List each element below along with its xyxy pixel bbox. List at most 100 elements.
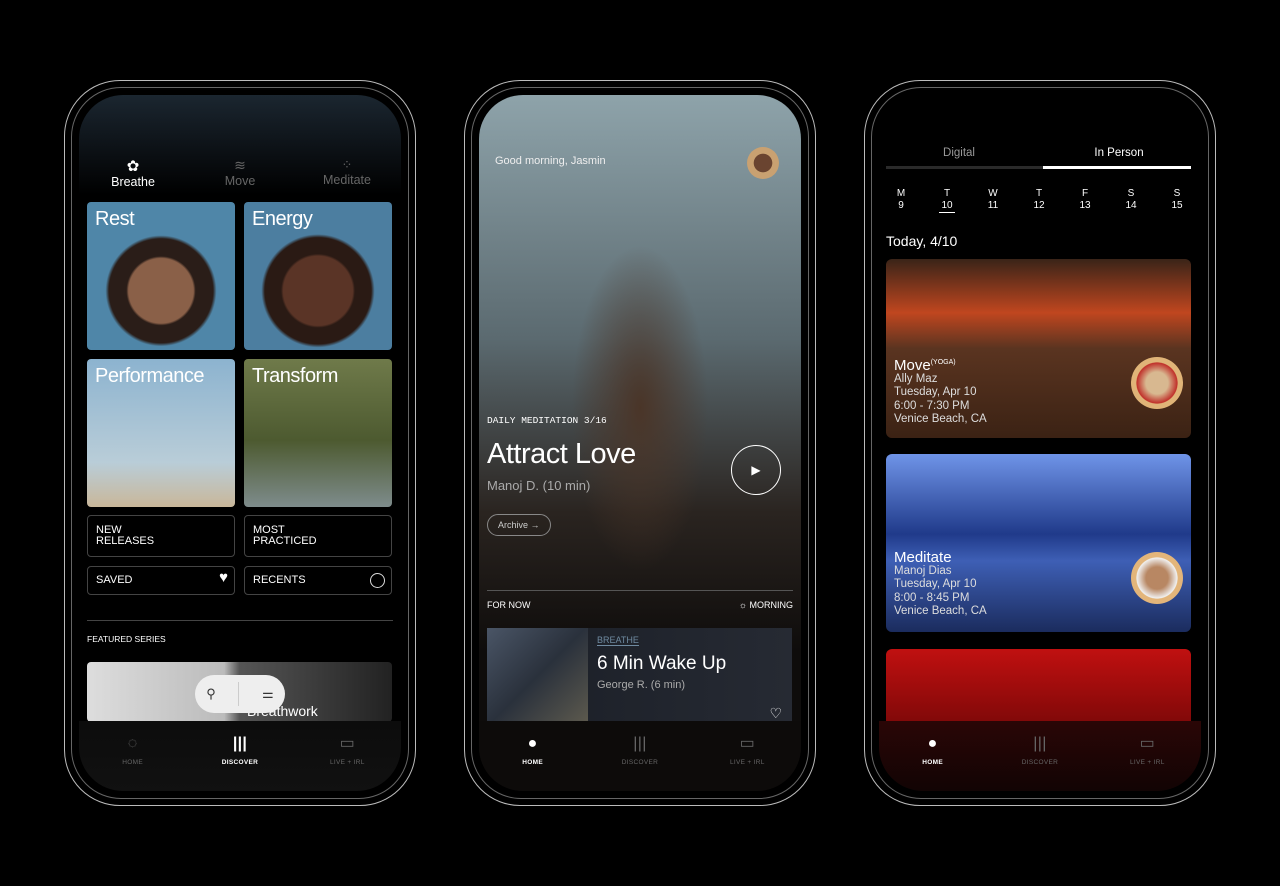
day-letter: T bbox=[1035, 188, 1043, 199]
calendar-icon: ▭ bbox=[739, 735, 756, 752]
tab-discover[interactable]: ||| DISCOVER bbox=[600, 721, 680, 791]
teacher-avatar bbox=[1131, 552, 1183, 604]
time-of-day: ☼ MORNING bbox=[739, 600, 793, 610]
tab-label: DISCOVER bbox=[221, 759, 259, 766]
dots-icon: ⁘ bbox=[341, 157, 353, 172]
search-icon[interactable]: ⚲ bbox=[206, 686, 216, 702]
tile-energy[interactable]: Energy bbox=[244, 202, 392, 350]
clock-icon bbox=[370, 573, 385, 588]
home-icon: ● bbox=[527, 735, 538, 752]
tab-label: HOME bbox=[922, 759, 943, 766]
search-filter-pill: ⚲ ⚌ bbox=[195, 675, 285, 713]
time-of-day-label: MORNING bbox=[749, 600, 794, 610]
day-letter: T bbox=[943, 188, 951, 199]
tab-bar: ◌ HOME ||| DISCOVER ▭ LIVE + IRL bbox=[79, 721, 401, 791]
saved-button[interactable]: SAVED ♥ bbox=[87, 566, 235, 595]
waves-icon: ≋ bbox=[234, 157, 246, 173]
day-wed[interactable]: W 11 bbox=[978, 188, 1008, 213]
new-releases-button[interactable]: NEW RELEASES bbox=[87, 515, 235, 557]
tab-bar: ● HOME ||| DISCOVER ▭ LIVE + IRL bbox=[879, 721, 1201, 791]
day-sun[interactable]: S 15 bbox=[1162, 188, 1192, 213]
bars-icon: ||| bbox=[1033, 735, 1047, 752]
calendar-icon: ▭ bbox=[1139, 735, 1156, 752]
category-breathe[interactable]: ✿ Breathe bbox=[93, 157, 173, 189]
event-time: 6:00 - 7:30 PM bbox=[894, 399, 970, 412]
category-label: Breathe bbox=[111, 175, 155, 189]
event-title: Meditate bbox=[894, 549, 952, 566]
segment-digital[interactable]: Digital bbox=[879, 147, 1039, 159]
tile-rest[interactable]: Rest bbox=[87, 202, 235, 350]
most-practiced-button[interactable]: MOST PRACTICED bbox=[244, 515, 392, 557]
day-number: 13 bbox=[1079, 200, 1091, 211]
bars-icon: ||| bbox=[633, 735, 647, 752]
tab-label: LIVE + IRL bbox=[330, 759, 365, 766]
tile-transform[interactable]: Transform bbox=[244, 359, 392, 507]
sunrise-icon: ☼ bbox=[738, 600, 750, 610]
phone-live: Digital In Person M9 T 10 W 11 T 12 F 13 S 14… bbox=[864, 80, 1216, 806]
calendar-icon: ▭ bbox=[339, 735, 356, 752]
tile-performance[interactable]: Performance bbox=[87, 359, 235, 507]
divider bbox=[87, 620, 393, 621]
day-mon[interactable]: M9 bbox=[886, 188, 916, 213]
meditation-title: Attract Love bbox=[487, 438, 636, 470]
tab-home[interactable]: ● HOME bbox=[893, 721, 973, 791]
divider bbox=[487, 590, 793, 591]
tab-label: HOME bbox=[522, 759, 543, 766]
event-card-meditate[interactable]: Meditate Manoj Dias Tuesday, Apr 10 8:00 - … bbox=[886, 454, 1191, 632]
featured-series-label: FEATURED SERIES bbox=[87, 634, 166, 644]
day-number: 9 bbox=[898, 200, 904, 211]
tab-label: DISCOVER bbox=[621, 759, 659, 766]
meditation-subtitle: Manoj D. (10 min) bbox=[487, 478, 591, 493]
session-card[interactable]: BREATHE 6 Min Wake Up George R. (6 min) … bbox=[487, 628, 792, 724]
day-letter: S bbox=[1127, 188, 1135, 199]
day-number: 10 bbox=[939, 200, 955, 213]
tab-home[interactable]: ◌ HOME bbox=[93, 721, 173, 791]
heart-icon: ♥ bbox=[219, 569, 228, 586]
day-letter: S bbox=[1173, 188, 1181, 199]
event-location: Venice Beach, CA bbox=[894, 605, 987, 617]
box-label: RELEASES bbox=[96, 535, 155, 547]
event-card-move[interactable]: Move(YOGA) Ally Maz Tuesday, Apr 10 6:00 - … bbox=[886, 259, 1191, 438]
tile-label: Energy bbox=[252, 208, 313, 230]
tab-label: DISCOVER bbox=[1021, 759, 1059, 766]
day-letter: M bbox=[896, 188, 906, 199]
recents-button[interactable]: RECENTS bbox=[244, 566, 392, 595]
day-fri[interactable]: F 13 bbox=[1070, 188, 1100, 213]
session-title: 6 Min Wake Up bbox=[597, 653, 727, 674]
tab-bar: ● HOME ||| DISCOVER ▭ LIVE + IRL bbox=[479, 721, 801, 791]
archive-button[interactable]: Archive → bbox=[487, 514, 551, 536]
heart-outline-icon[interactable]: ♡ bbox=[769, 705, 782, 722]
tab-discover[interactable]: ||| DISCOVER bbox=[200, 721, 280, 791]
tab-live[interactable]: ▭ LIVE + IRL bbox=[307, 721, 387, 791]
phone-home: Good morning, Jasmin DAILY MEDITATION 3/… bbox=[464, 80, 816, 806]
category-meditate[interactable]: ⁘ Meditate bbox=[307, 157, 387, 187]
tab-live[interactable]: ▭ LIVE + IRL bbox=[1107, 721, 1187, 791]
bars-icon: ||| bbox=[232, 735, 248, 752]
tile-label: Performance bbox=[95, 365, 205, 387]
home-icon: ◌ bbox=[127, 735, 138, 752]
day-letter: F bbox=[1081, 188, 1089, 199]
flower-icon: ✿ bbox=[126, 158, 140, 175]
day-number: 11 bbox=[987, 200, 999, 211]
day-letter: W bbox=[988, 188, 998, 199]
day-tue-selected[interactable]: T 10 bbox=[932, 188, 962, 213]
day-number: 15 bbox=[1171, 200, 1183, 211]
play-icon: ▶ bbox=[751, 463, 761, 477]
day-sat[interactable]: S 14 bbox=[1116, 188, 1146, 213]
tab-home[interactable]: ● HOME bbox=[493, 721, 573, 791]
avatar[interactable] bbox=[747, 147, 779, 179]
filter-icon[interactable]: ⚌ bbox=[262, 686, 274, 702]
teacher-avatar bbox=[1131, 357, 1183, 409]
session-subtitle: George R. (6 min) bbox=[597, 679, 686, 691]
play-button[interactable]: ▶ bbox=[731, 445, 781, 495]
category-move[interactable]: ≋ Move bbox=[200, 157, 280, 188]
segment-in-person[interactable]: In Person bbox=[1039, 147, 1199, 159]
tile-label: Rest bbox=[95, 208, 135, 230]
tab-discover[interactable]: ||| DISCOVER bbox=[1000, 721, 1080, 791]
tab-live[interactable]: ▭ LIVE + IRL bbox=[707, 721, 787, 791]
event-date: Tuesday, Apr 10 bbox=[894, 386, 977, 398]
day-number: 12 bbox=[1033, 200, 1045, 211]
box-label: SAVED bbox=[96, 574, 133, 586]
day-number: 14 bbox=[1125, 200, 1137, 211]
day-thu[interactable]: T 12 bbox=[1024, 188, 1054, 213]
